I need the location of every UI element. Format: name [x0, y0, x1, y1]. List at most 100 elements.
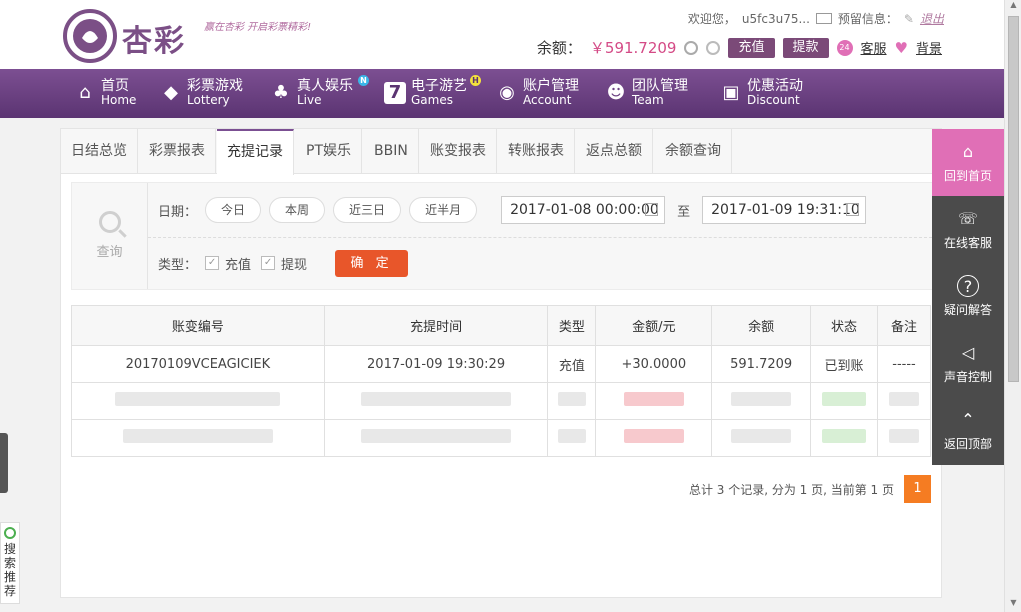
logout-link[interactable]: 退出: [920, 10, 944, 27]
blurred-cell: [323, 419, 549, 457]
report-tabs: 日结总览 彩票报表 充提记录 PT娱乐 BBIN 账变报表 转账报表 返点总额 …: [61, 129, 941, 175]
today-button[interactable]: 今日: [205, 197, 262, 223]
start-date-input[interactable]: 2017-01-08 00:00:00: [501, 196, 666, 224]
logo-slogan: 赢在杏彩 开启彩票精彩!: [204, 22, 312, 33]
date-label: 日期：: [158, 204, 198, 220]
team-icon: ☻: [606, 82, 626, 103]
date-row: 日期： 今日 本周 近三日 近半月 2017-01-08 00:00:00 至 …: [158, 195, 867, 225]
top-icon: ⌃: [961, 410, 975, 429]
lottery-icon: ◆: [164, 82, 178, 103]
calendar-icon[interactable]: [645, 203, 659, 216]
blurred-cell: [711, 419, 812, 457]
message-label: 预留信息：: [837, 12, 898, 26]
blurred-cell: [547, 382, 597, 420]
cell-status: 已到账: [810, 345, 879, 383]
logo-emblem-icon: [63, 9, 117, 63]
nav-team[interactable]: ☻ 团队管理 Team: [605, 79, 688, 107]
col-time: 充提时间: [323, 305, 549, 346]
type-row: 类型： ✓ 充值 ✓ 提现 确 定: [158, 249, 409, 277]
search-button[interactable]: 查询: [72, 183, 148, 289]
end-date-input[interactable]: 2017-01-09 19:31:10: [702, 196, 867, 224]
this-week-button[interactable]: 本周: [269, 197, 326, 223]
nav-account[interactable]: ◉ 账户管理 Account: [496, 79, 579, 107]
mail-icon[interactable]: [815, 13, 832, 24]
service-link[interactable]: 客服: [861, 38, 887, 57]
nav-label: 首页: [101, 78, 129, 94]
nav-live[interactable]: ♣ 真人娱乐 Live N: [270, 75, 369, 107]
tab-deposit-records[interactable]: 充提记录: [217, 129, 294, 175]
hide-balance-icon[interactable]: [706, 40, 721, 55]
nav-sublabel: Lottery: [187, 93, 230, 107]
back-home-button[interactable]: ⌂ 回到首页: [932, 129, 1004, 196]
speaker-icon: ◁: [961, 343, 975, 362]
last-half-month-button[interactable]: 近半月: [409, 197, 478, 223]
main-nav: ⌂ 首页 Home ◆ 彩票游戏 Lottery ♣ 真人娱乐 Live N 7 电子…: [0, 69, 1004, 118]
tab-account-changes[interactable]: 账变报表: [420, 129, 497, 174]
left-float-tab[interactable]: [0, 433, 8, 493]
nav-label: 账户管理: [523, 78, 579, 94]
logo-text: 杏彩: [122, 24, 186, 59]
tab-daily-summary[interactable]: 日结总览: [61, 129, 138, 174]
tab-bbin[interactable]: BBIN: [364, 129, 419, 174]
col-balance: 余额: [711, 305, 812, 346]
nav-label: 彩票游戏: [187, 78, 243, 94]
background-link[interactable]: 背景: [916, 38, 942, 57]
blurred-cell: [595, 419, 713, 457]
nav-home[interactable]: ⌂ 首页 Home: [74, 79, 136, 107]
back-to-top-button[interactable]: ⌃ 返回顶部: [932, 397, 1004, 464]
tab-rebate-total[interactable]: 返点总额: [576, 129, 653, 174]
confirm-button[interactable]: 确 定: [335, 249, 409, 277]
pager-summary: 总计 3 个记录, 分为 1 页, 当前第 1 页: [688, 482, 894, 497]
withdraw-checkbox[interactable]: ✓ 提现: [261, 254, 307, 273]
tab-pt[interactable]: PT娱乐: [296, 129, 362, 174]
search-recommend-widget[interactable]: 搜索推荐: [0, 522, 20, 604]
content-panel: 日结总览 彩票报表 充提记录 PT娱乐 BBIN 账变报表 转账报表 返点总额 …: [60, 128, 942, 598]
to-label: 至: [677, 204, 691, 220]
nav-sublabel: Games: [411, 93, 453, 107]
tab-balance-query[interactable]: 余额查询: [655, 129, 732, 174]
nav-games[interactable]: 7 电子游艺 Games H: [384, 75, 481, 107]
scroll-down-icon[interactable]: ▼: [1005, 598, 1021, 612]
nav-label: 真人娱乐: [297, 78, 353, 94]
games-icon: 7: [384, 82, 406, 104]
page-1-button[interactable]: 1: [904, 475, 931, 503]
online-service-button[interactable]: ☏ 在线客服: [932, 196, 1004, 263]
sound-control-button[interactable]: ◁ 声音控制: [932, 330, 1004, 397]
nav-discount[interactable]: ▣ 优惠活动 Discount: [720, 79, 803, 107]
table-row-blurred: [71, 382, 931, 420]
table-header-row: 账变编号 充提时间 类型 金额/元 余额 状态 备注: [71, 305, 931, 346]
nav-sublabel: Live: [297, 93, 322, 107]
refresh-icon[interactable]: [684, 40, 699, 55]
blurred-cell: [71, 419, 325, 457]
scroll-thumb[interactable]: [1008, 16, 1019, 382]
side-label: 声音控制: [943, 370, 992, 384]
cell-note: -----: [877, 345, 931, 383]
scroll-up-icon[interactable]: ▲: [1005, 0, 1021, 14]
withdraw-button[interactable]: 提款: [782, 37, 829, 58]
col-note: 备注: [877, 305, 931, 346]
balance-row: 余额： ￥591.7209 充值 提款 24 客服 ♥ 背景: [537, 37, 942, 58]
search-icon: [98, 211, 121, 233]
col-status: 状态: [810, 305, 879, 346]
blurred-cell: [877, 419, 931, 457]
header: 杏彩 赢在杏彩 开启彩票精彩! 欢迎您， u5fc3u75... 预留信息： ✎…: [0, 0, 1004, 69]
last-3-days-button[interactable]: 近三日: [333, 197, 402, 223]
start-date-value: 2017-01-08 00:00:00: [510, 202, 659, 218]
edit-icon[interactable]: ✎: [904, 12, 914, 26]
welcome-text: 欢迎您，: [687, 12, 736, 26]
nav-label: 优惠活动: [747, 78, 803, 94]
deposit-checkbox[interactable]: ✓ 充值: [205, 254, 251, 273]
live-icon: ♣: [272, 82, 290, 103]
calendar-icon[interactable]: [846, 203, 860, 216]
divider: [148, 237, 932, 238]
side-toolbar: ⌂ 回到首页 ☏ 在线客服 ? 疑问解答 ◁ 声音控制 ⌃ 返回顶部: [932, 129, 1004, 465]
checkbox-label: 提现: [281, 257, 308, 273]
home-icon: ⌂: [79, 82, 91, 103]
deposit-button[interactable]: 充值: [728, 37, 775, 58]
tab-transfer-report[interactable]: 转账报表: [498, 129, 575, 174]
faq-button[interactable]: ? 疑问解答: [932, 263, 1004, 330]
page-scrollbar[interactable]: ▲ ▼: [1004, 0, 1021, 612]
logo[interactable]: 杏彩 赢在杏彩 开启彩票精彩!: [62, 8, 311, 64]
tab-lottery-report[interactable]: 彩票报表: [139, 129, 216, 174]
nav-lottery[interactable]: ◆ 彩票游戏 Lottery: [160, 79, 243, 107]
